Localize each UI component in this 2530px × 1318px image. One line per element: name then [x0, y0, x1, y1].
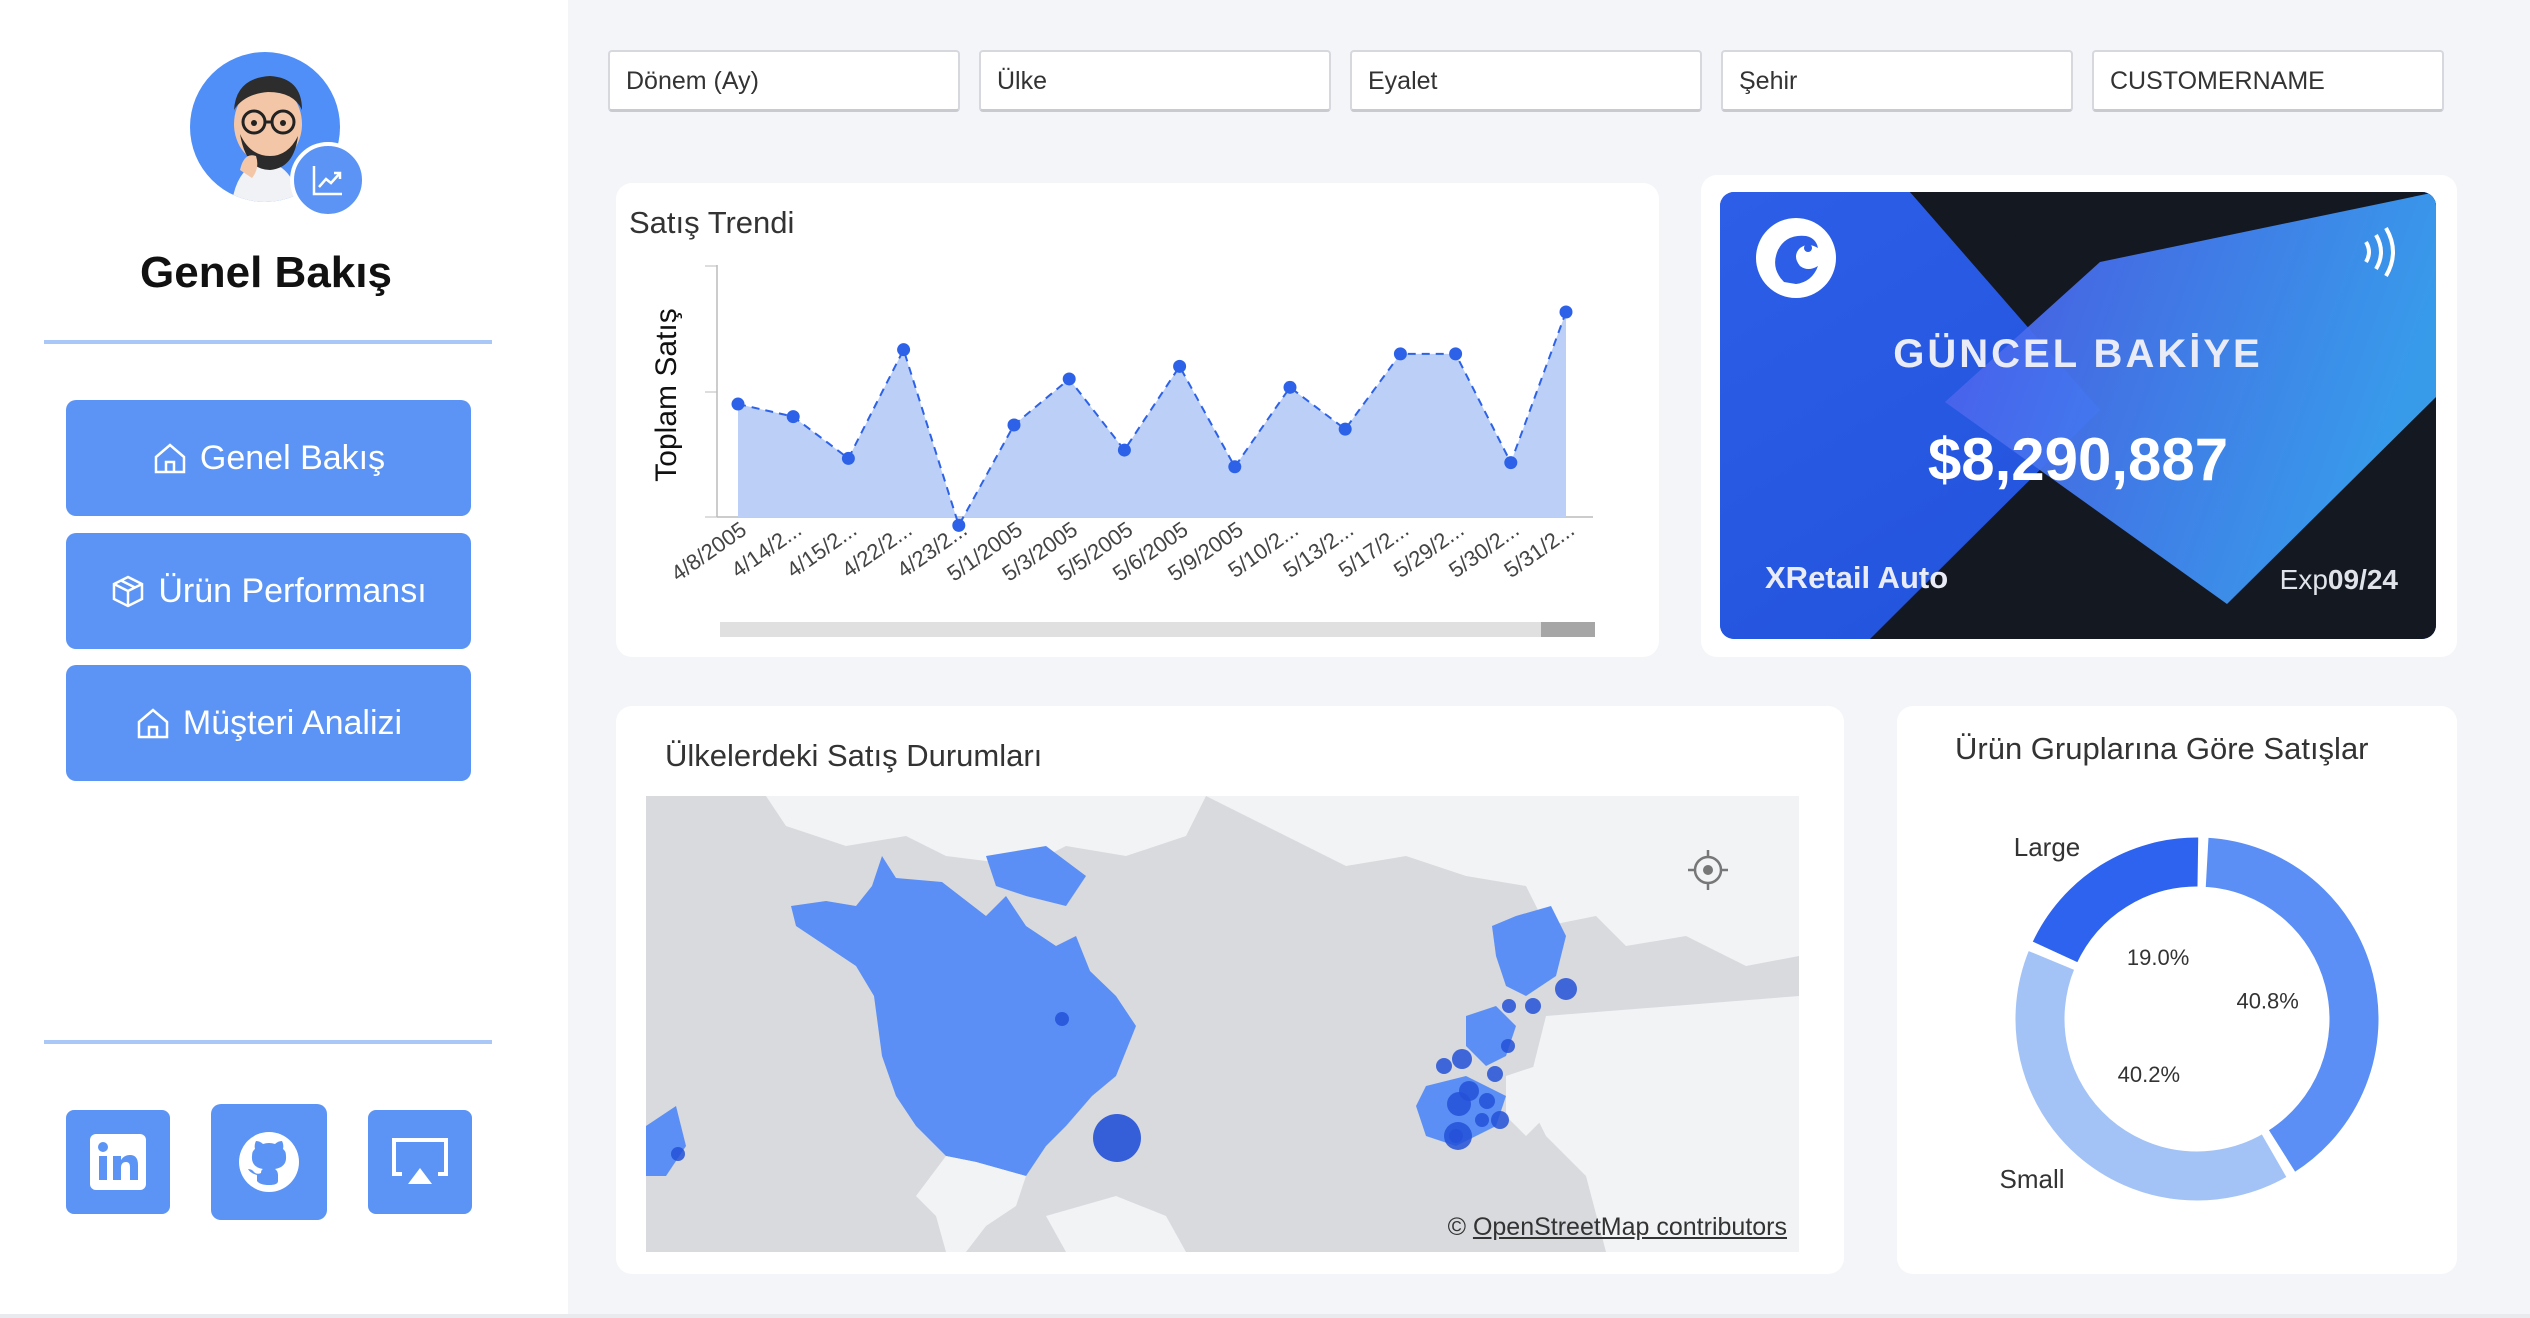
slice-percent-label: 40.8%: [2236, 989, 2298, 1014]
slice-percent-label: 40.2%: [2118, 1062, 2180, 1087]
category-label: Large: [2014, 832, 2081, 862]
slice-percent-label: 19.0%: [2127, 945, 2189, 970]
donut-chart: 40.8% 40.2% 19.0% Large Small: [1999, 832, 2382, 1204]
bottom-border: [0, 1314, 2530, 1318]
category-label: Small: [1999, 1164, 2064, 1194]
